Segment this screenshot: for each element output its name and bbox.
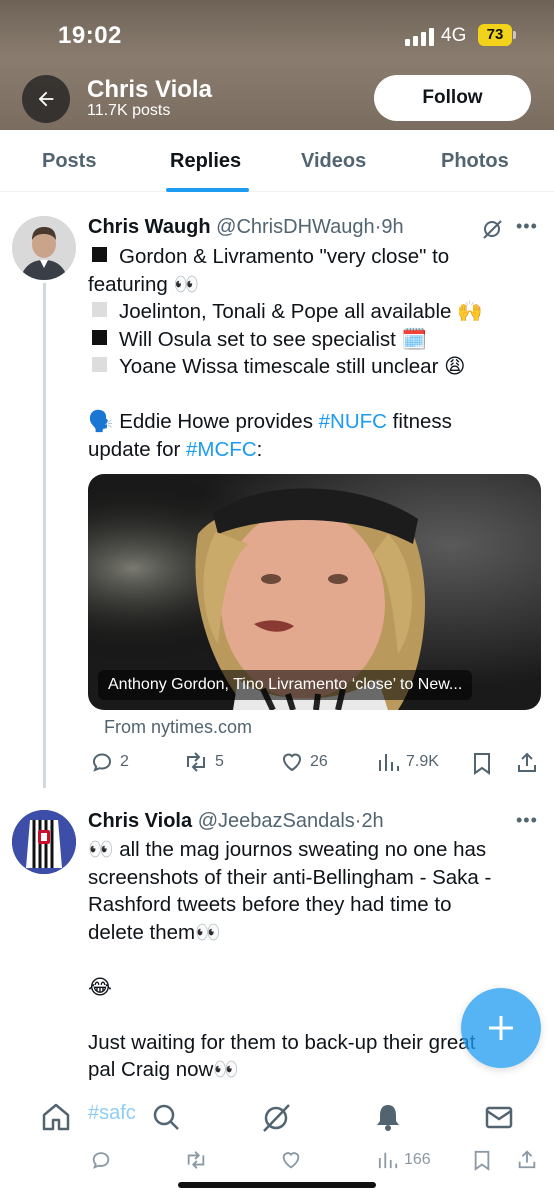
back-button[interactable] — [22, 75, 70, 123]
tweet-header: Chris Waugh @ChrisDHWaugh·9h — [88, 216, 404, 239]
tweet-time: 2h — [361, 810, 384, 832]
profile-name: Chris Viola — [87, 76, 212, 103]
heart-icon[interactable] — [280, 1149, 302, 1171]
posts-count: 11.7K posts — [87, 102, 171, 119]
bottom-navigation: #safc 166 — [0, 1085, 554, 1199]
tweet-line: featuring 👀 — [88, 272, 199, 296]
status-bar: 19:02 4G 73 — [0, 0, 554, 70]
link-card-title: Anthony Gordon, Tino Livramento ‘close’ … — [98, 670, 473, 700]
share-icon[interactable] — [515, 750, 539, 774]
hashtag-link[interactable]: #NUFC — [319, 410, 387, 433]
grok-icon[interactable] — [480, 217, 504, 241]
link-card-source[interactable]: From nytimes.com — [104, 717, 252, 738]
reply-icon[interactable] — [90, 1149, 112, 1171]
tweet-text: 👀 all the mag journos sweating no one ha… — [88, 836, 528, 1084]
arrow-left-icon — [38, 91, 54, 107]
tweet-line: Will Osula set to see specialist 🗓️ — [119, 327, 428, 351]
status-time: 19:02 — [58, 22, 122, 49]
search-icon[interactable] — [150, 1101, 182, 1133]
more-options-icon[interactable]: ••• — [516, 216, 538, 237]
active-tab-indicator — [166, 188, 249, 192]
views-button[interactable]: 166 — [378, 1149, 431, 1171]
tweet-actions: 2 5 26 7.9K — [0, 750, 554, 780]
link-card-image[interactable]: Anthony Gordon, Tino Livramento ‘close’ … — [88, 474, 541, 710]
tweet-header: Chris Viola @JeebazSandals·2h — [88, 810, 384, 833]
white-square-icon — [92, 357, 107, 372]
author-handle[interactable]: @JeebazSandals — [198, 810, 355, 832]
hashtag-link[interactable]: #MCFC — [186, 438, 257, 461]
reply-icon — [92, 753, 112, 772]
tweet-text: Gordon & Livramento "very close" to feat… — [88, 243, 528, 463]
repost-icon — [187, 752, 205, 772]
heart-icon — [282, 753, 302, 772]
repost-icon[interactable] — [184, 1149, 208, 1171]
plus-icon — [489, 1016, 513, 1040]
tweet-line: 👀 all the mag journos sweating no one ha… — [88, 838, 487, 861]
bookmark-icon[interactable] — [471, 751, 493, 775]
tweet-line: delete them👀 — [88, 920, 221, 944]
black-square-icon — [92, 329, 107, 345]
author-handle[interactable]: @ChrisDHWaugh — [216, 216, 375, 238]
like-count: 26 — [310, 753, 328, 770]
follow-button[interactable]: Follow — [374, 75, 531, 121]
views-icon — [379, 754, 399, 771]
views-button[interactable]: 7.9K — [378, 750, 439, 774]
thread-line — [43, 283, 46, 788]
battery-level: 73 — [478, 24, 512, 46]
like-button[interactable]: 26 — [280, 750, 328, 774]
more-options-icon[interactable]: ••• — [516, 810, 538, 831]
tweet-line: Gordon & Livramento "very close" to — [119, 245, 450, 268]
reply-button[interactable]: 2 — [90, 750, 129, 774]
author-name[interactable]: Chris Viola — [88, 810, 192, 832]
tweet-line: Rashford tweets before they had time to — [88, 893, 452, 916]
tweet-line: pal Craig now👀 — [88, 1058, 239, 1081]
tweet-line: update for — [88, 437, 187, 461]
tab-videos[interactable]: Videos — [301, 150, 366, 173]
share-icon[interactable] — [516, 1148, 538, 1170]
search-hashtag[interactable]: #safc — [88, 1102, 136, 1125]
tweet-line: Joelinton, Tonali & Pope all available 🙌 — [119, 300, 483, 323]
tweet-time: 9h — [381, 216, 404, 238]
compose-button[interactable] — [461, 988, 541, 1068]
repost-count: 5 — [215, 753, 224, 770]
tweet-line: : — [256, 437, 263, 461]
bookmark-icon[interactable] — [472, 1149, 492, 1171]
author-name[interactable]: Chris Waugh — [88, 216, 211, 238]
tweet-line: screenshots of their anti-Bellingham - S… — [88, 865, 492, 889]
network-type: 4G — [441, 25, 467, 46]
profile-header: 19:02 4G 73 Chris Viola 11.7K posts Foll… — [0, 0, 554, 130]
white-square-icon — [92, 302, 107, 317]
notifications-icon[interactable] — [372, 1101, 404, 1133]
avatar[interactable] — [12, 216, 76, 280]
tweet-line: 🗣️ Eddie Howe provides — [88, 410, 319, 433]
repost-button[interactable]: 5 — [183, 750, 224, 774]
profile-tabs: Posts Replies Videos Photos — [0, 130, 554, 192]
tweet-line: Yoane Wissa timescale still unclear 😩 — [119, 355, 466, 378]
messages-icon[interactable] — [483, 1101, 515, 1133]
tab-posts[interactable]: Posts — [42, 150, 96, 173]
battery-icon: 73 — [478, 24, 516, 46]
grok-icon[interactable] — [259, 1101, 293, 1135]
signal-icon — [405, 28, 435, 46]
views-icon — [378, 1152, 398, 1169]
views-count: 166 — [404, 1151, 431, 1168]
tweet-line: 😂 — [88, 975, 112, 999]
home-icon[interactable] — [40, 1101, 72, 1133]
tweet-line: fitness — [386, 410, 452, 433]
tab-replies[interactable]: Replies — [170, 150, 241, 173]
black-square-icon — [92, 247, 107, 262]
reply-count: 2 — [120, 753, 129, 770]
home-indicator — [178, 1182, 376, 1188]
views-count: 7.9K — [406, 753, 439, 770]
tab-photos[interactable]: Photos — [441, 150, 509, 173]
avatar[interactable] — [12, 810, 76, 874]
